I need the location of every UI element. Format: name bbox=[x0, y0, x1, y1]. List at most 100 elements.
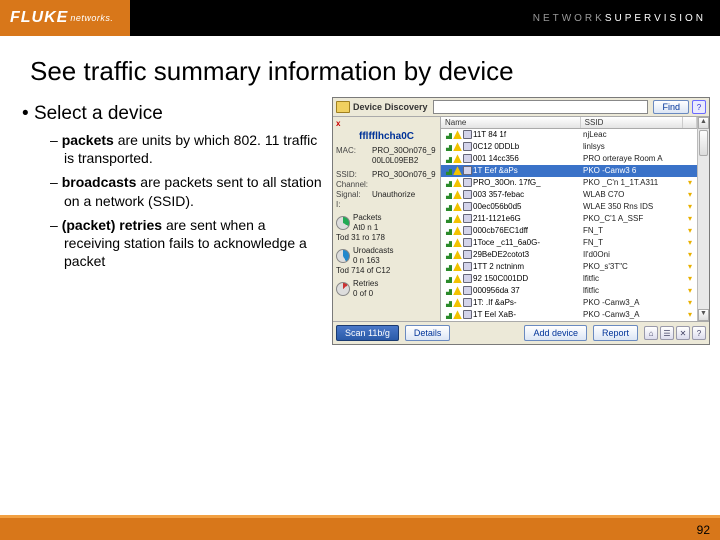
warn-icon bbox=[453, 214, 462, 223]
warn-icon bbox=[453, 154, 462, 163]
device-icon bbox=[463, 274, 472, 283]
device-icon bbox=[463, 214, 472, 223]
brand-bar: FLUKE networks. NETWORKSUPERVISION bbox=[0, 0, 720, 36]
chevron-down-icon[interactable]: ▾ bbox=[688, 238, 692, 247]
find-button[interactable]: Find bbox=[653, 100, 689, 114]
signal-icon bbox=[443, 202, 452, 211]
warn-icon bbox=[453, 310, 462, 319]
signal-icon bbox=[443, 310, 452, 319]
signal-icon bbox=[443, 274, 452, 283]
table-row[interactable]: 1Toce _c11_6a0G-FN_T▾ bbox=[441, 237, 697, 249]
warn-icon bbox=[453, 250, 462, 259]
device-icon bbox=[463, 298, 472, 307]
table-row[interactable]: 003 357-febacWLAB C7O▾ bbox=[441, 189, 697, 201]
device-icon bbox=[463, 310, 472, 319]
table-row[interactable]: 1T Eef &aPsPKO -Canw3 6 bbox=[441, 165, 697, 177]
scroll-down-icon[interactable]: ▼ bbox=[698, 309, 709, 321]
warn-icon bbox=[453, 166, 462, 175]
table-header[interactable]: Name SSID bbox=[441, 117, 697, 129]
bullet-main: Select a device bbox=[22, 103, 322, 125]
signal-icon bbox=[443, 130, 452, 139]
sub-bullet: packets are units by which 802. 11 traff… bbox=[50, 131, 322, 167]
help-icon[interactable]: ? bbox=[692, 100, 706, 114]
table-row[interactable]: 1TT 2 nctninmPKO_s'3T"C▾ bbox=[441, 261, 697, 273]
footer-bar bbox=[0, 518, 720, 540]
tagline: NETWORKSUPERVISION bbox=[533, 0, 720, 36]
device-discovery-panel: Device Discovery Find ? x fflfflhcha0C M… bbox=[332, 97, 710, 345]
chevron-down-icon[interactable]: ▾ bbox=[688, 178, 692, 187]
packets-chart: PacketsAt0 n 1 bbox=[336, 213, 437, 233]
device-icon bbox=[463, 166, 472, 175]
report-button[interactable]: Report bbox=[593, 325, 638, 341]
device-icon bbox=[463, 262, 472, 271]
chevron-down-icon[interactable]: ▾ bbox=[688, 226, 692, 235]
logo: FLUKE networks. bbox=[0, 0, 130, 36]
chevron-down-icon[interactable]: ▾ bbox=[688, 202, 692, 211]
table-row[interactable]: 0C12 0DDLblinlsys bbox=[441, 141, 697, 153]
chevron-down-icon[interactable]: ▾ bbox=[688, 190, 692, 199]
col-name[interactable]: Name bbox=[441, 117, 581, 128]
add-device-button[interactable]: Add device bbox=[524, 325, 587, 341]
table-row[interactable]: 211-1121e6GPKO_C'1 A_SSF▾ bbox=[441, 213, 697, 225]
warn-icon bbox=[453, 178, 462, 187]
warn-icon bbox=[453, 190, 462, 199]
folder-icon bbox=[336, 101, 350, 113]
close-icon[interactable]: x bbox=[336, 119, 340, 128]
table-row[interactable]: 1T: .If &aPs-PKO -Canw3_A▾ bbox=[441, 297, 697, 309]
table-row[interactable]: 92 150C001DDlfitfic▾ bbox=[441, 273, 697, 285]
signal-icon bbox=[443, 286, 452, 295]
scroll-thumb[interactable] bbox=[699, 130, 708, 156]
warn-icon bbox=[453, 130, 462, 139]
device-icon bbox=[463, 154, 472, 163]
table-row[interactable]: 001 14cc356PRO orteraye Room A bbox=[441, 153, 697, 165]
details-button[interactable]: Details bbox=[405, 325, 451, 341]
table-row[interactable]: 00ec056b0d5WLAE 350 Rns IDS▾ bbox=[441, 201, 697, 213]
scroll-up-icon[interactable]: ▲ bbox=[698, 117, 709, 129]
scan-button[interactable]: Scan 11b/g bbox=[336, 325, 399, 341]
table-row[interactable]: 11T 84 1fnjLeac bbox=[441, 129, 697, 141]
address-input[interactable] bbox=[433, 100, 649, 114]
device-icon bbox=[463, 178, 472, 187]
chevron-down-icon[interactable]: ▾ bbox=[688, 214, 692, 223]
chevron-down-icon[interactable]: ▾ bbox=[688, 298, 692, 307]
logo-sub: networks. bbox=[70, 13, 113, 23]
signal-icon bbox=[443, 166, 452, 175]
panel-toolbar: Device Discovery Find ? bbox=[333, 98, 709, 117]
sub-bullets: packets are units by which 802. 11 traff… bbox=[50, 131, 322, 270]
text-column: Select a device packets are units by whi… bbox=[22, 97, 322, 345]
chevron-down-icon[interactable]: ▾ bbox=[688, 274, 692, 283]
panel-title: Device Discovery bbox=[353, 102, 428, 112]
table-row[interactable]: 000956da 37lfitfic▾ bbox=[441, 285, 697, 297]
tool-icon[interactable]: ☰ bbox=[660, 326, 674, 340]
scrollbar[interactable]: ▲ ▼ bbox=[697, 117, 709, 321]
table-row[interactable]: PRO_30On. 17fG_PKO _C'n 1_1T.A311▾ bbox=[441, 177, 697, 189]
tool-icon[interactable]: ✕ bbox=[676, 326, 690, 340]
device-icon bbox=[463, 202, 472, 211]
page-number: 92 bbox=[697, 523, 710, 537]
signal-icon bbox=[443, 250, 452, 259]
table-row[interactable]: 000cb76EC1dffFN_T▾ bbox=[441, 225, 697, 237]
table-row[interactable]: 1T Eel XaB-PKO -Canw3_A▾ bbox=[441, 309, 697, 321]
chevron-down-icon[interactable]: ▾ bbox=[688, 286, 692, 295]
col-ssid[interactable]: SSID bbox=[581, 117, 683, 128]
signal-icon bbox=[443, 142, 452, 151]
table-row[interactable]: 29BeDE2cotot3Il'd0Oni▾ bbox=[441, 249, 697, 261]
sub-bullet: (packet) retries are sent when a receivi… bbox=[50, 216, 322, 271]
tool-icon[interactable]: ? bbox=[692, 326, 706, 340]
sub-bullet: broadcasts are packets sent to all stati… bbox=[50, 173, 322, 209]
retries-chart: Retries0 of 0 bbox=[336, 279, 437, 299]
warn-icon bbox=[453, 238, 462, 247]
signal-icon bbox=[443, 214, 452, 223]
device-icon bbox=[463, 130, 472, 139]
broadcasts-chart: Uroadcasts0 n 163 bbox=[336, 246, 437, 266]
panel-footer: Scan 11b/g Details Add device Report ⌂ ☰… bbox=[333, 321, 709, 344]
tool-icon[interactable]: ⌂ bbox=[644, 326, 658, 340]
chevron-down-icon[interactable]: ▾ bbox=[688, 250, 692, 259]
device-icon bbox=[463, 286, 472, 295]
table-rows: 11T 84 1fnjLeac0C12 0DDLblinlsys001 14cc… bbox=[441, 129, 697, 321]
chevron-down-icon[interactable]: ▾ bbox=[688, 262, 692, 271]
chevron-down-icon[interactable]: ▾ bbox=[688, 310, 692, 319]
warn-icon bbox=[453, 286, 462, 295]
warn-icon bbox=[453, 226, 462, 235]
device-icon bbox=[463, 238, 472, 247]
